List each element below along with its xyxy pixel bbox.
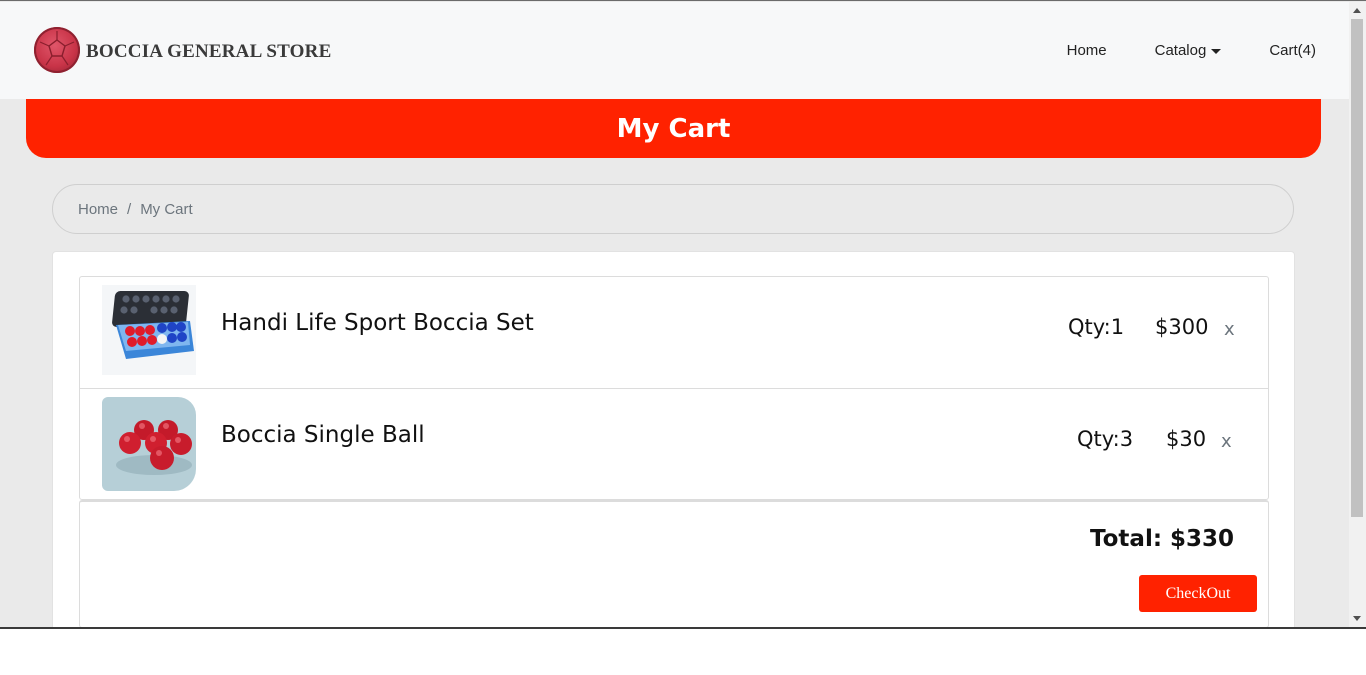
breadcrumb-separator: / <box>127 200 132 218</box>
red-boccia-balls-image <box>102 397 196 491</box>
remove-item-button[interactable]: x <box>1221 431 1232 452</box>
cart-item-qty: Qty:3 <box>1077 427 1134 451</box>
cart-item-qty: Qty:1 <box>1068 315 1125 339</box>
cart-item: Boccia Single Ball Qty:3 $30 x <box>80 388 1268 499</box>
navbar: BOCCIA GENERAL STORE Home Catalog Cart(4… <box>0 2 1349 99</box>
page-title: My Cart <box>616 113 731 144</box>
nav-cart-link[interactable]: Cart(4) <box>1269 42 1316 59</box>
cart-item-list: Handi Life Sport Boccia Set Qty:1 $300 x <box>79 276 1269 500</box>
nav-links: Home Catalog Cart(4) <box>1067 42 1316 59</box>
page-banner: My Cart <box>26 99 1321 158</box>
breadcrumb: Home / My Cart <box>52 184 1294 234</box>
nav-catalog-label: Catalog <box>1154 42 1207 59</box>
cart-item-price: $300 <box>1155 315 1209 339</box>
breadcrumb-current: My Cart <box>140 200 193 218</box>
remove-item-button[interactable]: x <box>1224 319 1235 340</box>
breadcrumb-home-link[interactable]: Home <box>78 201 118 218</box>
cart-item-name[interactable]: Handi Life Sport Boccia Set <box>221 310 534 336</box>
scroll-up-arrow-icon[interactable] <box>1353 8 1361 13</box>
scroll-down-arrow-icon[interactable] <box>1353 616 1361 621</box>
page-viewport: BOCCIA GENERAL STORE Home Catalog Cart(4… <box>0 0 1366 628</box>
window-bottom-border <box>0 627 1366 629</box>
cart-item-name[interactable]: Boccia Single Ball <box>221 422 425 448</box>
nav-home-link[interactable]: Home <box>1067 42 1107 59</box>
vertical-scrollbar[interactable] <box>1349 2 1366 628</box>
checkout-button[interactable]: CheckOut <box>1139 575 1257 612</box>
cart-total: Total: $330 <box>1090 526 1235 552</box>
cart-item-price: $30 <box>1166 427 1207 451</box>
brand-name: BOCCIA GENERAL STORE <box>86 40 332 62</box>
cart-summary: Total: $330 CheckOut <box>79 500 1269 628</box>
caret-down-icon <box>1211 48 1222 54</box>
boccia-set-case-image <box>102 285 196 375</box>
cart-item: Handi Life Sport Boccia Set Qty:1 $300 x <box>80 277 1268 388</box>
boccia-ball-logo-icon <box>34 27 80 73</box>
cart-card: Handi Life Sport Boccia Set Qty:1 $300 x <box>52 251 1295 628</box>
brand[interactable]: BOCCIA GENERAL STORE <box>34 27 331 73</box>
scrollbar-thumb[interactable] <box>1351 19 1363 517</box>
nav-catalog-dropdown[interactable]: Catalog <box>1155 42 1222 59</box>
